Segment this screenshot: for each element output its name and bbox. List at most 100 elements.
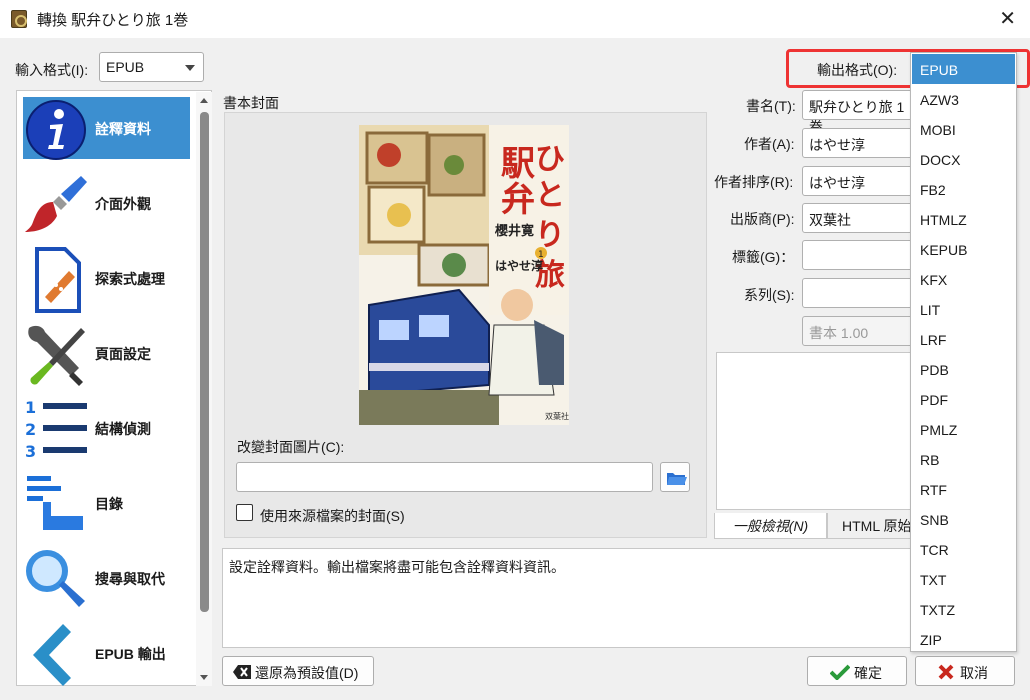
format-option-pdb[interactable]: PDB	[912, 354, 1015, 384]
input-format-label: 輸入格式(I):	[15, 62, 89, 78]
author-label: 作者(A):	[744, 136, 795, 152]
ok-button[interactable]: 確定	[807, 656, 907, 686]
format-option-kfx[interactable]: KFX	[912, 264, 1015, 294]
checkmark-icon	[830, 664, 850, 680]
svg-text:1: 1	[25, 398, 36, 417]
sidebar-item-label: 詮釋資料	[95, 121, 151, 137]
folder-icon	[667, 473, 687, 485]
window-title: 轉換 駅弁ひとり旅 1巻	[37, 12, 189, 29]
calibre-app-icon	[11, 10, 27, 28]
cancel-button[interactable]: 取消	[915, 656, 1015, 686]
cover-publisher: 双葉社	[545, 411, 569, 421]
cancel-label: 取消	[960, 665, 988, 681]
restore-defaults-button[interactable]: 還原為預設值(D)	[222, 656, 374, 686]
series-index-input[interactable]: 書本 1.00	[802, 316, 914, 346]
tab-html-source[interactable]: HTML 原始	[827, 513, 916, 539]
browse-cover-button[interactable]	[660, 462, 690, 492]
svg-text:2: 2	[25, 420, 36, 439]
tab-label: 一般檢視(N)	[732, 518, 809, 534]
format-option-lit[interactable]: LIT	[912, 294, 1015, 324]
sidebar-item-label: EPUB 輸出	[95, 646, 166, 662]
series-index-placeholder: 書本 1.00	[809, 325, 869, 341]
format-option-epub[interactable]: EPUB	[912, 54, 1015, 84]
format-option-lrf[interactable]: LRF	[912, 324, 1015, 354]
tools-icon	[28, 325, 85, 386]
sidebar-item-label: 介面外觀	[95, 196, 151, 212]
author-input[interactable]: はやせ淳	[802, 128, 914, 158]
sidebar-item-label: 搜尋與取代	[95, 571, 165, 587]
cover-heading: 書本封面	[223, 95, 279, 111]
svg-text:弁: 弁	[501, 180, 535, 220]
tags-input[interactable]	[802, 240, 914, 270]
help-text-box: 設定詮釋資料。輸出檔案將盡可能包含詮釋資料資訊。	[222, 548, 918, 648]
help-text: 設定詮釋資料。輸出檔案將盡可能包含詮釋資料資訊。	[229, 559, 565, 575]
format-option-fb2[interactable]: FB2	[912, 174, 1015, 204]
use-source-cover-label: 使用來源檔案的封面(S)	[260, 508, 405, 524]
sidebar-item-epub-output[interactable]: EPUB 輸出	[23, 622, 190, 686]
format-option-htmlz[interactable]: HTMLZ	[912, 204, 1015, 234]
publisher-input[interactable]: 双葉社	[802, 203, 914, 233]
format-option-zip[interactable]: ZIP	[912, 624, 1015, 654]
format-option-txt[interactable]: TXT	[912, 564, 1015, 594]
format-option-docx[interactable]: DOCX	[912, 144, 1015, 174]
input-format-value: EPUB	[106, 59, 145, 75]
input-format-select[interactable]: EPUB	[99, 52, 204, 82]
sidebar-item-label: 探索式處理	[95, 271, 165, 287]
sidebar-item-label: 頁面設定	[95, 346, 151, 362]
format-option-rb[interactable]: RB	[912, 444, 1015, 474]
format-option-pdf[interactable]: PDF	[912, 384, 1015, 414]
sidebar-item-metadata[interactable]: 詮釋資料	[23, 97, 190, 160]
svg-text:3: 3	[25, 442, 36, 461]
tab-label: HTML 原始	[842, 518, 912, 534]
output-format-dropdown[interactable]: EPUB AZW3 MOBI DOCX FB2 HTMLZ KEPUB KFX …	[910, 52, 1017, 652]
format-option-txtz[interactable]: TXTZ	[912, 594, 1015, 624]
scroll-up-icon[interactable]	[200, 98, 208, 103]
restore-defaults-label: 還原為預設值(D)	[255, 665, 359, 681]
sidebar-item-toc[interactable]: 目錄	[23, 472, 190, 534]
format-option-kepub[interactable]: KEPUB	[912, 234, 1015, 264]
format-option-snb[interactable]: SNB	[912, 504, 1015, 534]
sidebar-scrollbar[interactable]	[196, 92, 212, 686]
author-sort-value: はやせ淳	[809, 175, 865, 191]
format-option-rtf[interactable]: RTF	[912, 474, 1015, 504]
change-cover-label: 改變封面圖片(C):	[237, 439, 345, 455]
tags-label: 標籤(G)：	[732, 249, 795, 265]
series-input[interactable]	[802, 278, 914, 308]
title-label: 書名(T):	[746, 98, 796, 114]
close-icon[interactable]: ✕	[999, 6, 1016, 31]
author-sort-input[interactable]: はやせ淳	[802, 166, 914, 196]
title-input[interactable]: 駅弁ひとり旅 1巻	[802, 90, 914, 135]
chevron-left-icon	[33, 624, 71, 686]
svg-text:1: 1	[538, 250, 544, 260]
chevron-down-icon	[185, 65, 195, 71]
settings-sidebar: 詮釋資料 介面外觀 探索式處理 頁面設定 1 2 3 結構偵測 目錄 搜尋與取代…	[16, 90, 212, 686]
tab-normal-view[interactable]: 一般檢視(N)	[714, 513, 827, 539]
format-option-tcr[interactable]: TCR	[912, 534, 1015, 564]
format-option-azw3[interactable]: AZW3	[912, 84, 1015, 114]
cover-path-input[interactable]	[236, 462, 653, 492]
sidebar-item-page-setup[interactable]: 頁面設定	[23, 322, 190, 386]
sidebar-item-search-replace[interactable]: 搜尋與取代	[23, 547, 190, 609]
svg-text:櫻井寛: 櫻井寛	[494, 223, 534, 239]
sidebar-item-label: 結構偵測	[95, 421, 151, 437]
svg-text:ひ: ひ	[535, 142, 565, 177]
cover-image: 駅 弁 ひ と り 旅 櫻井寛 はやせ淳 1 双葉社	[359, 125, 569, 425]
sidebar-item-heuristics[interactable]: 探索式處理	[23, 247, 190, 313]
title-bar: 轉換 駅弁ひとり旅 1巻 ✕	[0, 0, 1030, 38]
comments-editor[interactable]	[716, 352, 916, 510]
scroll-thumb[interactable]	[200, 112, 209, 612]
info-icon	[26, 100, 86, 160]
document-bandage-icon	[35, 247, 81, 313]
author-sort-label: 作者排序(R):	[714, 174, 794, 190]
scroll-down-icon[interactable]	[200, 675, 208, 680]
paintbrush-icon	[25, 176, 87, 232]
sidebar-item-look-and-feel[interactable]: 介面外觀	[23, 172, 190, 234]
svg-text:と: と	[535, 178, 565, 213]
publisher-label: 出版商(P):	[730, 211, 795, 227]
sidebar-item-structure-detection[interactable]: 1 2 3 結構偵測	[23, 397, 190, 461]
use-source-cover-checkbox[interactable]	[236, 504, 253, 521]
format-option-mobi[interactable]: MOBI	[912, 114, 1015, 144]
publisher-value: 双葉社	[809, 212, 851, 228]
series-label: 系列(S):	[744, 287, 795, 303]
format-option-pmlz[interactable]: PMLZ	[912, 414, 1015, 444]
